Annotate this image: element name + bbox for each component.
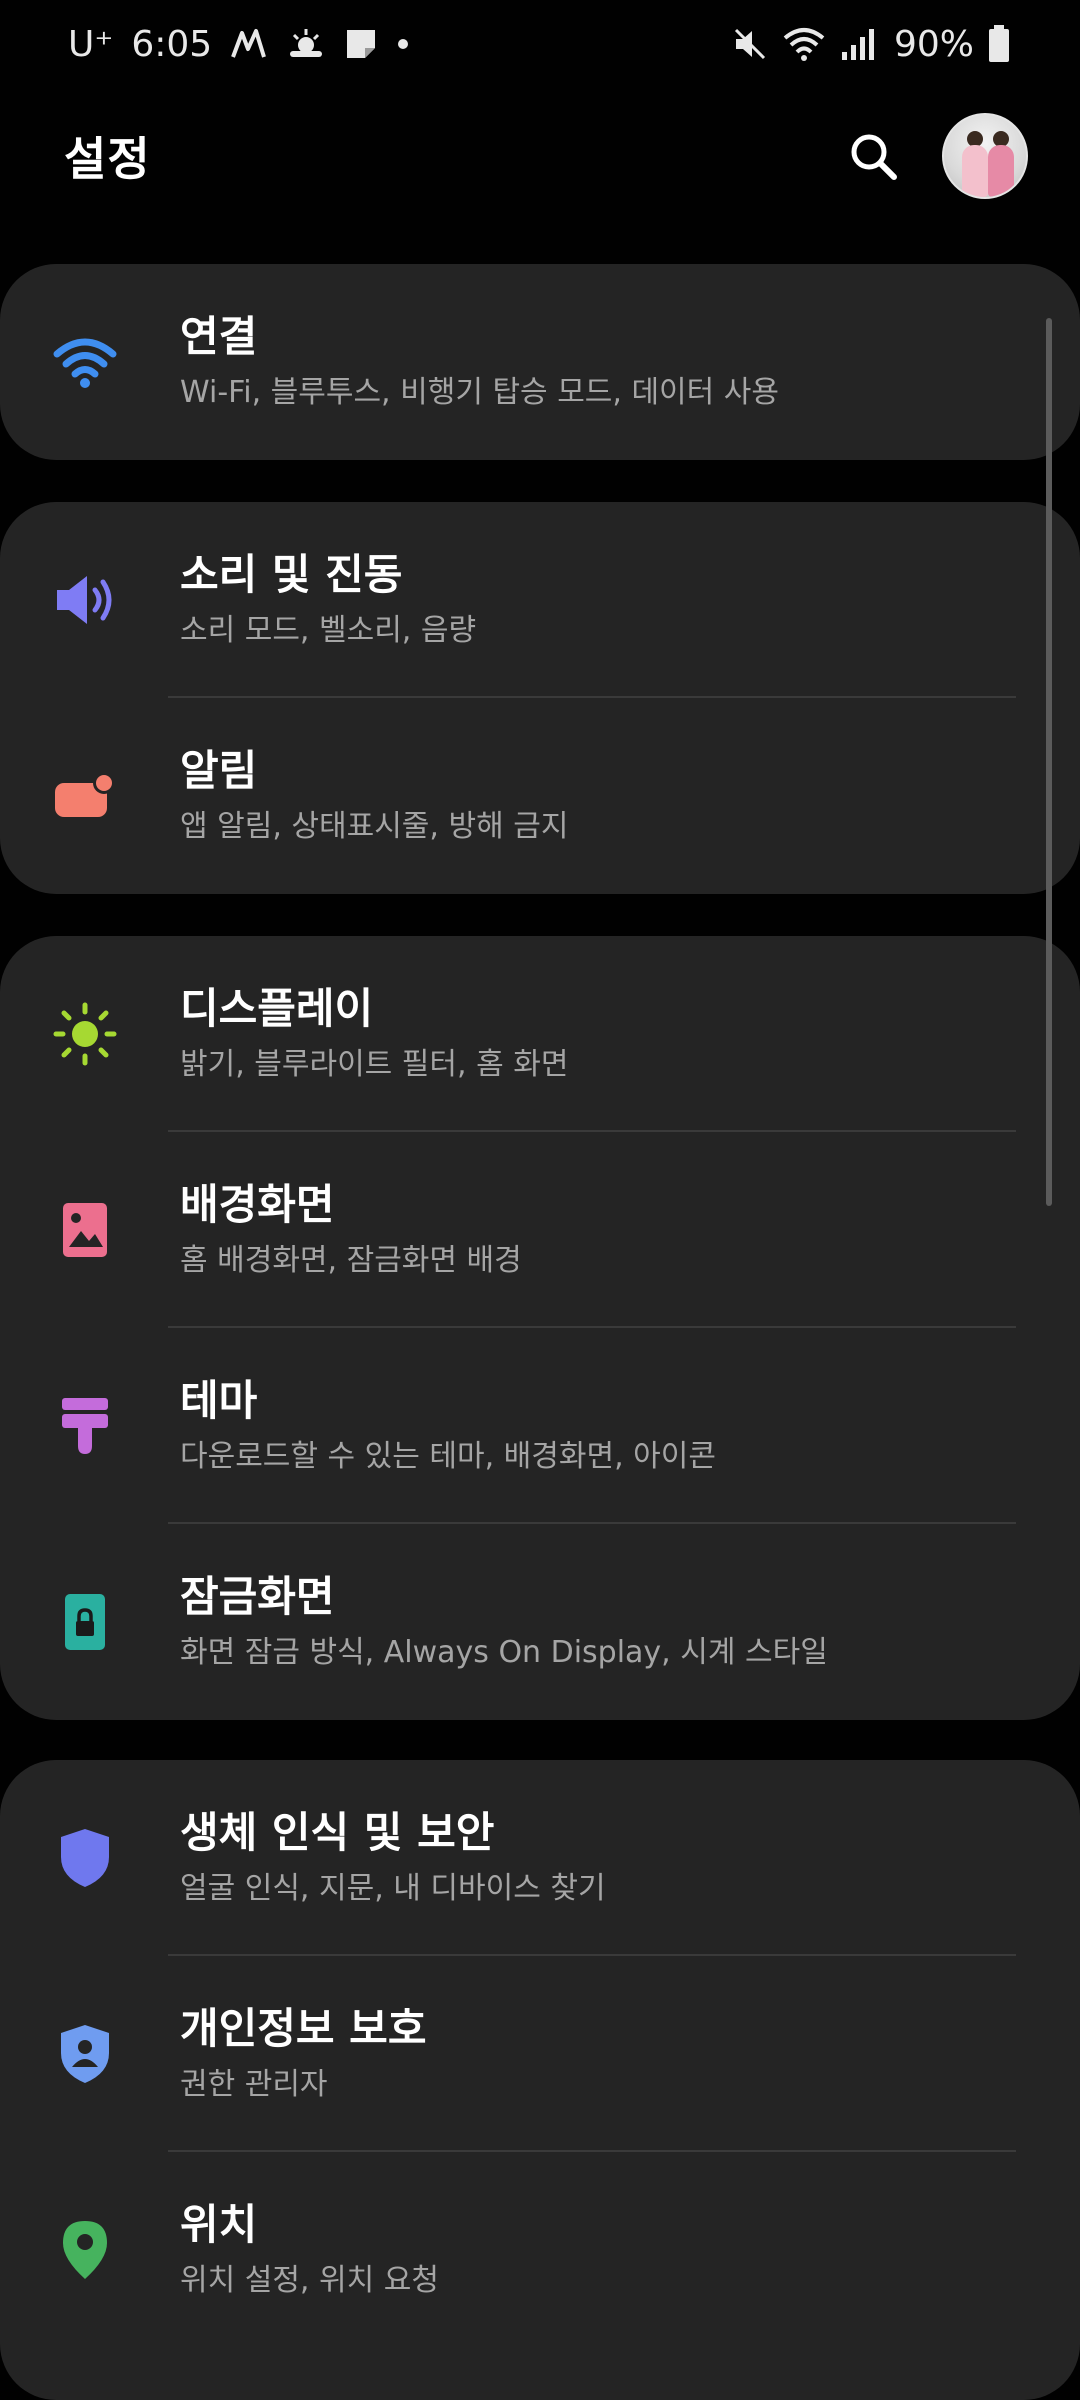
location-pin-icon [50,2215,120,2285]
display-title: 디스플레이 [180,984,374,1033]
wifi-icon [50,327,120,397]
biometrics-subtitle: 얼굴 인식, 지문, 내 디바이스 찾기 [180,1871,606,1906]
paintbrush-icon [50,1391,120,1461]
top-app-bar: 설정 [0,110,1080,202]
settings-item-privacy[interactable]: 개인정보 보호 권한 관리자 [0,1956,1080,2152]
top-actions [848,113,1028,199]
lockscreen-subtitle: 화면 잠금 방식, Always On Display, 시계 스타일 [180,1635,828,1670]
status-bar: U⁺ 6:05 90% [0,0,1080,88]
privacy-subtitle: 권한 관리자 [180,2067,328,2102]
lock-icon [50,1587,120,1657]
note-icon [344,27,378,61]
settings-item-wallpaper[interactable]: 배경화면 홈 배경화면, 잠금화면 배경 [0,1132,1080,1328]
shield-icon [50,1823,120,1893]
notification-icon [50,761,120,831]
status-bar-right: 90% [732,24,1010,65]
themes-title: 테마 [180,1376,258,1425]
battery-percent: 90% [893,23,974,65]
image-icon [50,1195,120,1265]
status-bar-left: U⁺ 6:05 [68,24,410,65]
notifications-subtitle: 앱 알림, 상태표시줄, 방해 금지 [180,809,569,844]
clock: 6:05 [131,23,213,65]
settings-item-notifications[interactable]: 알림 앱 알림, 상태표시줄, 방해 금지 [0,698,1080,894]
wallpaper-subtitle: 홈 배경화면, 잠금화면 배경 [180,1243,522,1278]
profile-avatar[interactable] [942,113,1028,199]
location-title: 위치 [180,2200,258,2249]
settings-item-lockscreen[interactable]: 잠금화면 화면 잠금 방식, Always On Display, 시계 스타일 [0,1524,1080,1720]
messenger-icon [230,27,268,61]
speaker-icon [50,565,120,635]
settings-group-sound-notifications: 소리 및 진동 소리 모드, 벨소리, 음량 알림 앱 알림, 상태표시줄, 방… [0,502,1080,894]
settings-item-display[interactable]: 디스플레이 밝기, 블루라이트 필터, 홈 화면 [0,936,1080,1132]
connections-title: 연결 [180,312,258,361]
themes-subtitle: 다운로드할 수 있는 테마, 배경화면, 아이콘 [180,1439,716,1474]
sound-title: 소리 및 진동 [180,550,403,599]
more-notifications-dot-icon [396,37,410,51]
settings-item-location[interactable]: 위치 위치 설정, 위치 요청 [0,2152,1080,2348]
settings-item-connections[interactable]: 연결 Wi-Fi, 블루투스, 비행기 탑승 모드, 데이터 사용 [0,264,1080,460]
connections-subtitle: Wi-Fi, 블루투스, 비행기 탑승 모드, 데이터 사용 [180,375,779,410]
settings-group-display: 디스플레이 밝기, 블루라이트 필터, 홈 화면 배경화면 홈 배경화면, 잠금… [0,936,1080,1720]
carrier-label: U⁺ [68,23,114,65]
sun-icon [50,999,120,1069]
sound-subtitle: 소리 모드, 벨소리, 음량 [180,613,477,648]
settings-item-sound[interactable]: 소리 및 진동 소리 모드, 벨소리, 음량 [0,502,1080,698]
signal-icon [840,26,880,62]
wallpaper-title: 배경화면 [180,1180,335,1229]
settings-group-security: 생체 인식 및 보안 얼굴 인식, 지문, 내 디바이스 찾기 개인정보 보호 … [0,1760,1080,2400]
privacy-shield-icon [50,2019,120,2089]
lockscreen-title: 잠금화면 [180,1572,335,1621]
settings-item-biometrics[interactable]: 생체 인식 및 보안 얼굴 인식, 지문, 내 디바이스 찾기 [0,1760,1080,1956]
wifi-status-icon [782,26,826,62]
weather-icon [286,27,326,61]
location-subtitle: 위치 설정, 위치 요청 [180,2263,439,2298]
notifications-title: 알림 [180,746,258,795]
search-icon[interactable] [848,131,898,181]
privacy-title: 개인정보 보호 [180,2004,427,2053]
biometrics-title: 생체 인식 및 보안 [180,1808,495,1857]
page-title: 설정 [64,132,151,186]
settings-group-connections: 연결 Wi-Fi, 블루투스, 비행기 탑승 모드, 데이터 사용 [0,264,1080,460]
mute-icon [732,26,768,62]
battery-icon [988,25,1010,63]
display-subtitle: 밝기, 블루라이트 필터, 홈 화면 [180,1047,569,1082]
settings-item-themes[interactable]: 테마 다운로드할 수 있는 테마, 배경화면, 아이콘 [0,1328,1080,1524]
scrollbar[interactable] [1046,318,1052,1206]
